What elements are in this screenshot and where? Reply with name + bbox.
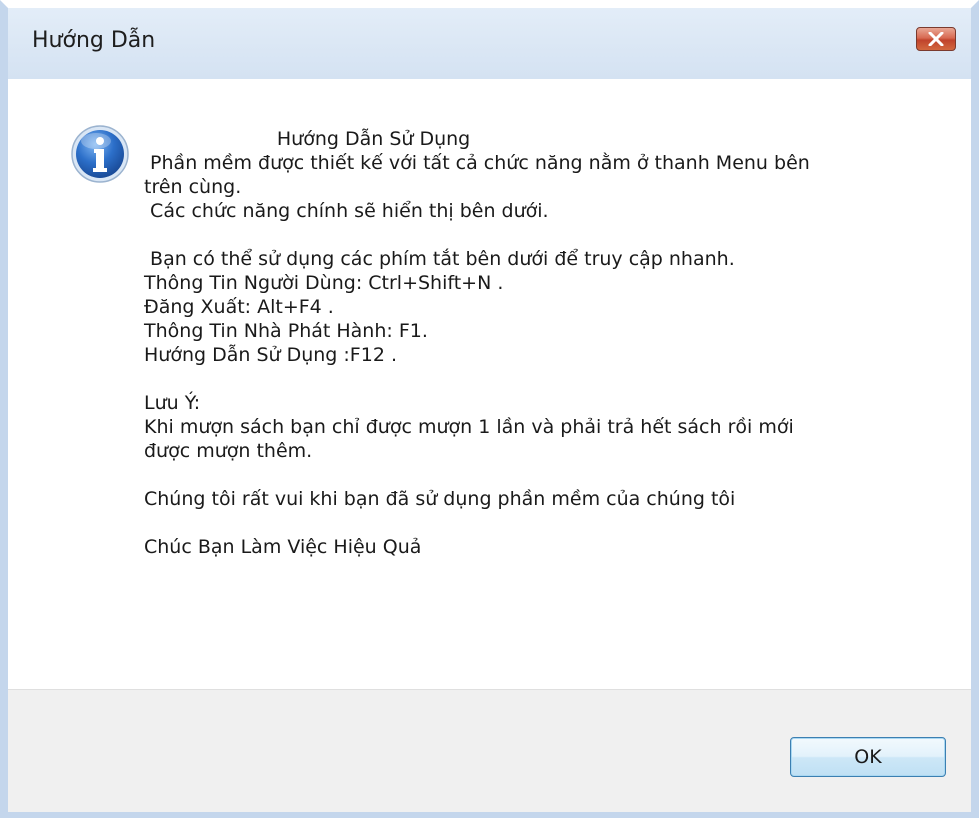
close-icon [928,32,944,46]
information-icon [71,125,129,183]
message-area: Hướng Dẫn Sử Dụng Phần mềm được thiết kế… [8,79,971,689]
window-title: Hướng Dẫn [32,28,156,53]
ok-button[interactable]: OK [790,737,946,777]
button-bar: OK [8,689,971,812]
message-text: Hướng Dẫn Sử Dụng Phần mềm được thiết kế… [144,128,810,558]
close-button[interactable] [916,27,956,51]
dialog-client-area: Hướng Dẫn Sử Dụng Phần mềm được thiết kế… [8,79,971,812]
message-box-window: Hướng Dẫn Hướng Dẫn Sử Dụng Phần mềm đượ… [0,0,979,818]
title-bar[interactable]: Hướng Dẫn [8,8,971,79]
